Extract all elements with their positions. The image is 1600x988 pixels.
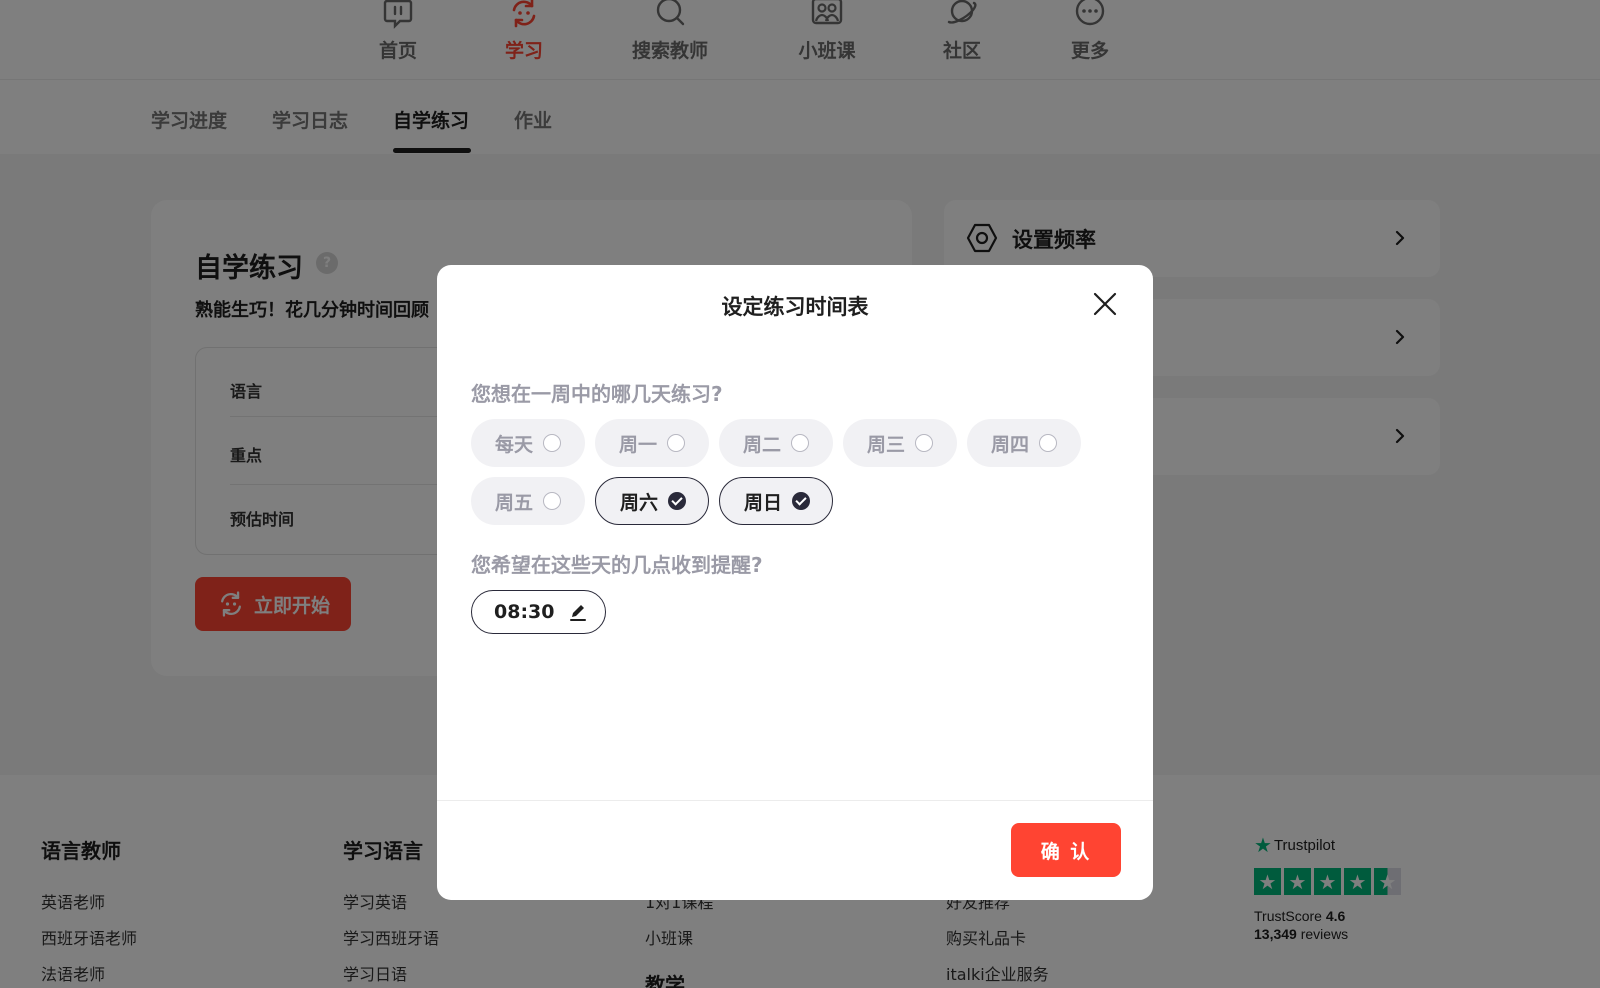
day-option-wednesday[interactable]: 周三 — [843, 419, 957, 467]
reminder-time-value: 08:30 — [494, 601, 555, 623]
day-label: 周五 — [495, 491, 534, 514]
modal-title: 设定练习时间表 — [721, 295, 869, 319]
day-label: 周三 — [867, 433, 906, 456]
day-label: 周日 — [744, 491, 783, 514]
radio-icon — [667, 434, 686, 452]
day-option-monday[interactable]: 周一 — [595, 419, 709, 467]
check-circle-icon — [668, 492, 687, 510]
day-option-everyday[interactable]: 每天 — [471, 419, 585, 467]
radio-icon — [791, 434, 810, 452]
day-label: 周二 — [743, 433, 782, 456]
radio-icon — [915, 434, 934, 452]
close-icon[interactable] — [1090, 289, 1120, 319]
schedule-modal: 设定练习时间表 您想在一周中的哪几天练习? 每天 周一 周二 周三 周四 周五 … — [437, 265, 1153, 900]
pencil-edit-icon — [570, 605, 587, 621]
day-option-sunday[interactable]: 周日 — [719, 477, 833, 525]
day-option-saturday[interactable]: 周六 — [595, 477, 709, 525]
day-label: 周六 — [620, 491, 659, 514]
day-option-thursday[interactable]: 周四 — [967, 419, 1081, 467]
time-question: 您希望在这些天的几点收到提醒? — [471, 553, 763, 577]
modal-footer-divider — [437, 800, 1153, 801]
check-circle-icon — [792, 492, 811, 510]
radio-icon — [543, 492, 562, 510]
radio-icon — [543, 434, 562, 452]
day-option-tuesday[interactable]: 周二 — [719, 419, 833, 467]
radio-icon — [1039, 434, 1058, 452]
days-question: 您想在一周中的哪几天练习? — [471, 382, 723, 406]
reminder-time-button[interactable]: 08:30 — [471, 590, 606, 634]
day-label: 周一 — [619, 433, 658, 456]
day-label: 周四 — [991, 433, 1030, 456]
day-label: 每天 — [495, 433, 534, 456]
confirm-button[interactable]: 确 认 — [1011, 823, 1121, 877]
day-option-friday[interactable]: 周五 — [471, 477, 585, 525]
